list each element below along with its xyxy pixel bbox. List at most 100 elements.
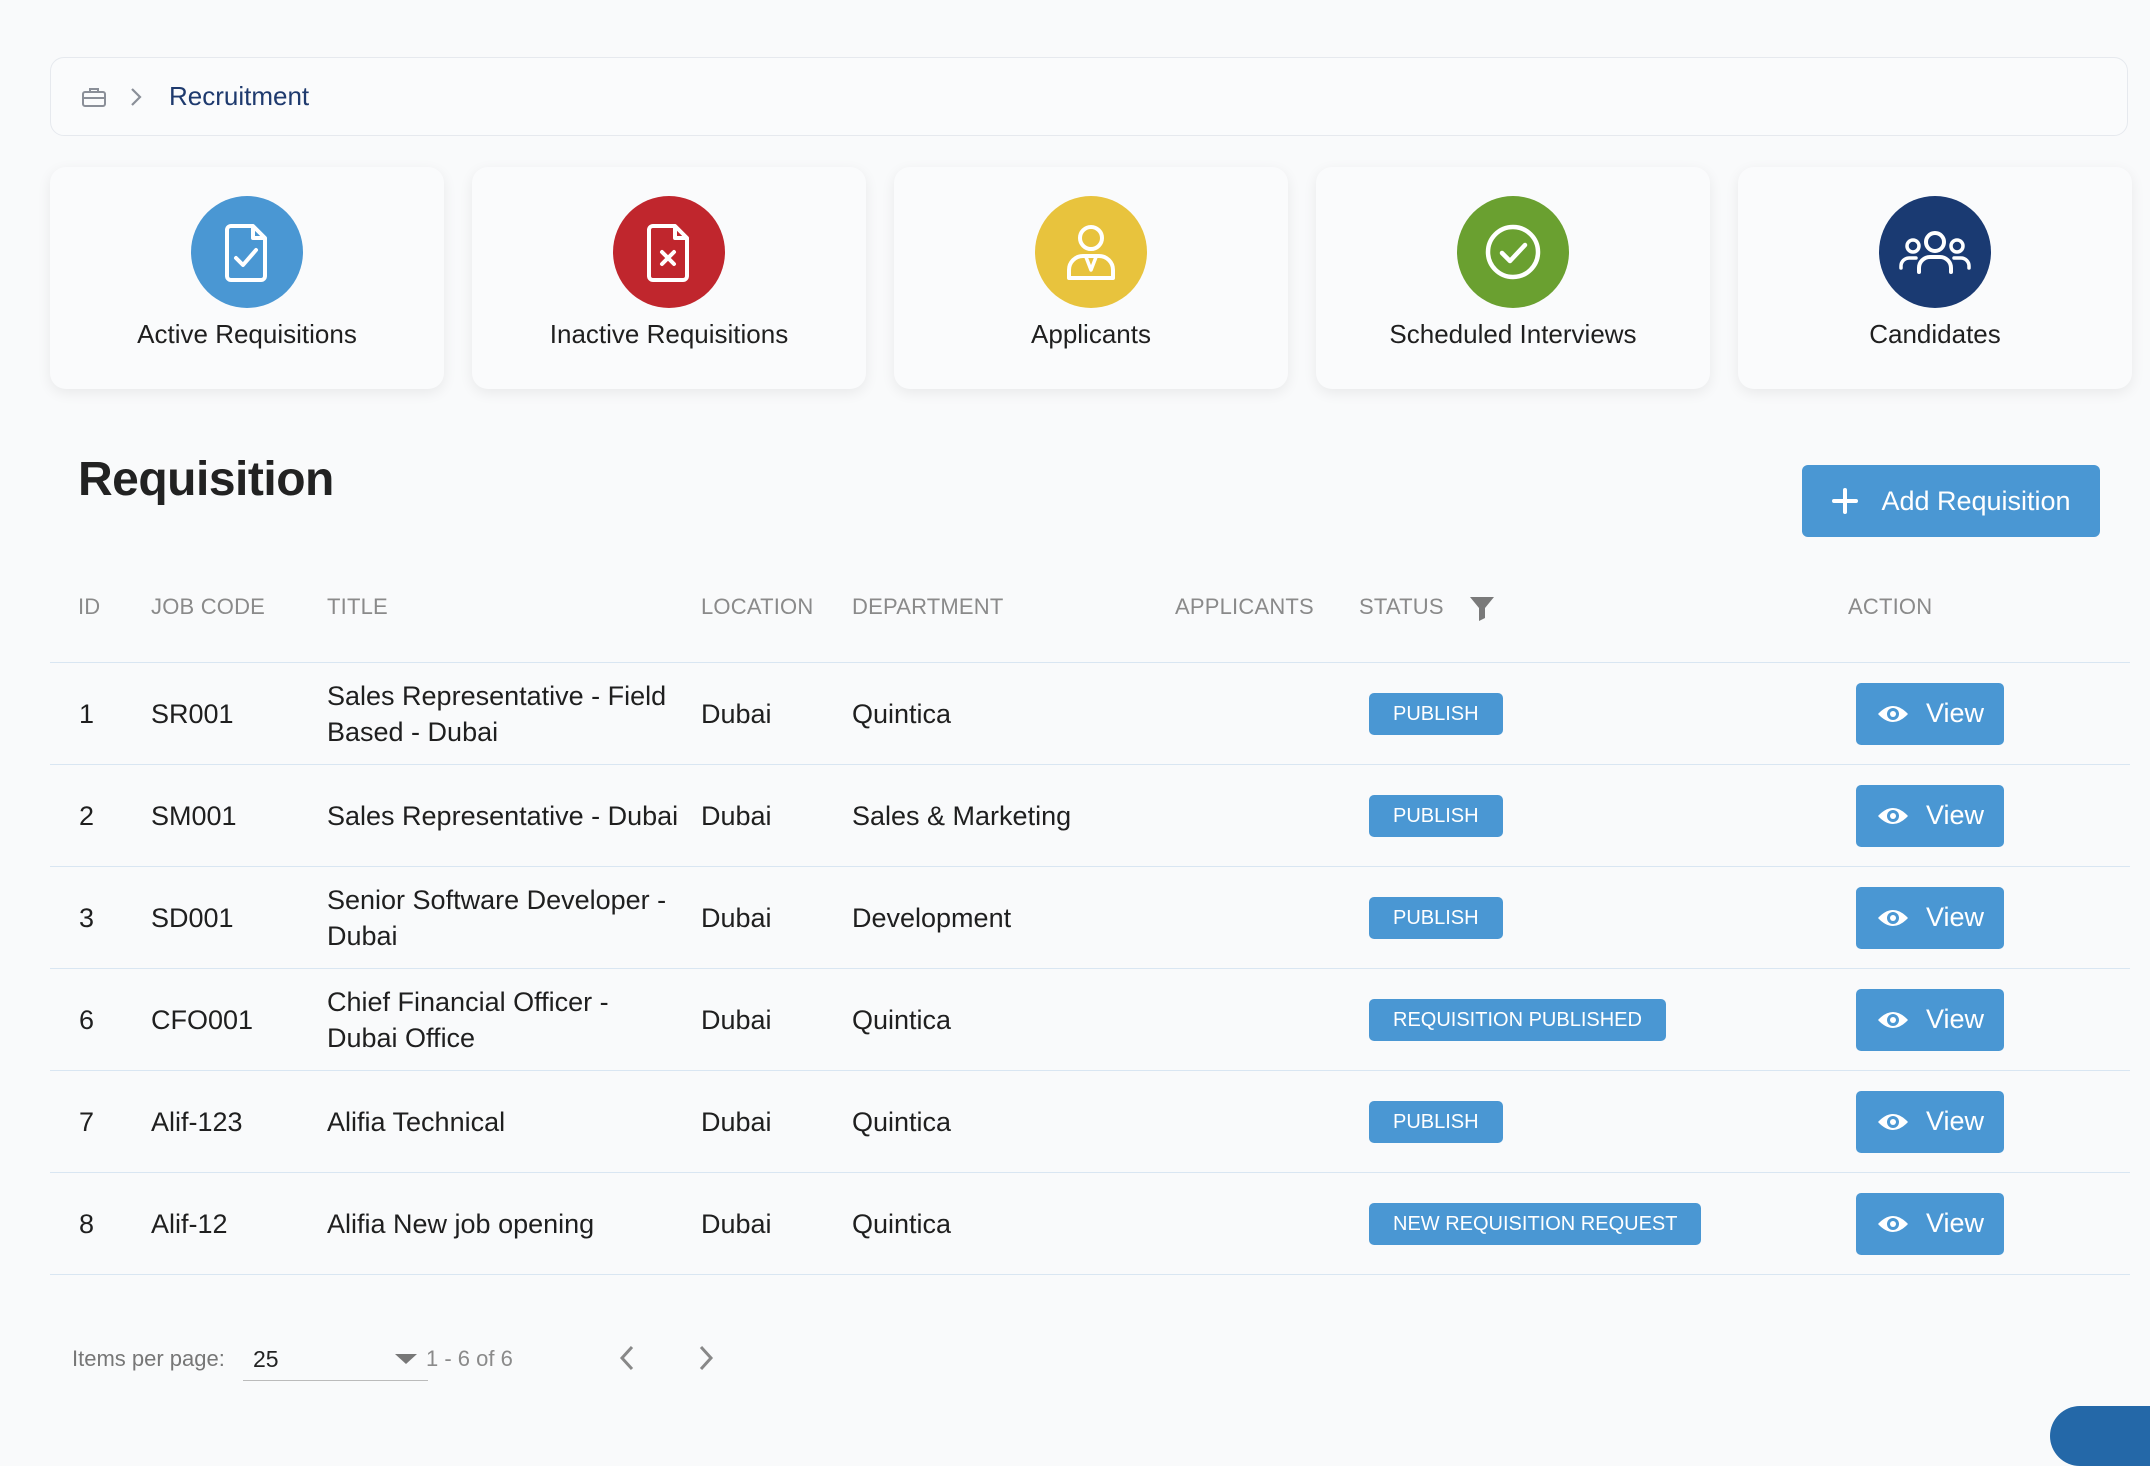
cell-id: 3 xyxy=(79,902,95,933)
view-label: View xyxy=(1925,902,1985,932)
view-button[interactable]: View xyxy=(1856,988,2004,1051)
table-row[interactable]: 7 Alif-123 Alifia Technical Dubai Quinti… xyxy=(50,1071,2130,1173)
view-button[interactable]: View xyxy=(1856,1192,2004,1255)
card-applicants[interactable]: Applicants xyxy=(894,167,1288,389)
header-job-code[interactable]: JOB CODE xyxy=(151,594,265,620)
floating-action-button[interactable] xyxy=(2050,1406,2150,1466)
cell-id: 7 xyxy=(79,1106,95,1137)
page-range: 1 - 6 of 6 xyxy=(426,1346,513,1371)
breadcrumb: Recruitment xyxy=(50,57,2128,136)
file-x-icon xyxy=(613,196,725,308)
items-per-page-label: Items per page: xyxy=(72,1346,225,1371)
file-check-icon xyxy=(191,196,303,308)
eye-icon xyxy=(1876,1212,1910,1236)
cell-job-code: SR001 xyxy=(151,698,234,729)
view-label: View xyxy=(1925,800,1985,830)
table-row[interactable]: 6 CFO001 Chief Financial Officer - Dubai … xyxy=(50,969,2130,1071)
header-location[interactable]: LOCATION xyxy=(701,594,813,620)
card-inactive-requisitions[interactable]: Inactive Requisitions xyxy=(472,167,866,389)
view-label: View xyxy=(1925,698,1985,728)
cell-title: Senior Software Developer - Dubai xyxy=(327,884,667,951)
eye-icon xyxy=(1876,906,1910,930)
items-per-page-value: 25 xyxy=(253,1346,279,1372)
view-button[interactable]: View xyxy=(1856,1090,2004,1153)
cell-location: Dubai xyxy=(701,1004,772,1035)
status-badge: PUBLISH xyxy=(1369,794,1503,837)
status-badge: NEW REQUISITION REQUEST xyxy=(1369,1202,1702,1245)
cell-location: Dubai xyxy=(701,902,772,933)
eye-icon xyxy=(1876,1110,1910,1134)
briefcase-icon[interactable] xyxy=(79,82,109,112)
dropdown-arrow-icon xyxy=(395,1354,417,1364)
card-label: Active Requisitions xyxy=(137,319,357,349)
view-button[interactable]: View xyxy=(1856,784,2004,847)
cell-title: Sales Representative - Dubai xyxy=(327,800,679,831)
view-button[interactable]: View xyxy=(1856,682,2004,745)
cell-location: Dubai xyxy=(701,698,772,729)
cell-id: 1 xyxy=(79,698,95,729)
table-row[interactable]: 8 Alif-12 Alifia New job opening Dubai Q… xyxy=(50,1173,2130,1275)
status-badge: REQUISITION PUBLISHED xyxy=(1369,998,1666,1041)
card-scheduled-interviews[interactable]: Scheduled Interviews xyxy=(1316,167,1710,389)
cell-id: 6 xyxy=(79,1004,95,1035)
header-department[interactable]: DEPARTMENT xyxy=(852,594,1004,620)
previous-page-button[interactable] xyxy=(607,1338,647,1378)
next-page-button[interactable] xyxy=(686,1338,726,1378)
eye-icon xyxy=(1876,804,1910,828)
table-row[interactable]: 3 SD001 Senior Software Developer - Dubai… xyxy=(50,867,2130,969)
view-label: View xyxy=(1925,1208,1985,1238)
cell-job-code: SD001 xyxy=(151,902,234,933)
header-action: ACTION xyxy=(1848,594,1933,619)
card-active-requisitions[interactable]: Active Requisitions xyxy=(50,167,444,389)
status-badge: PUBLISH xyxy=(1369,1100,1503,1143)
user-icon xyxy=(1035,196,1147,308)
status-badge: PUBLISH xyxy=(1369,896,1503,939)
view-label: View xyxy=(1925,1106,1985,1136)
cell-department: Quintica xyxy=(852,1106,952,1137)
add-requisition-label: Add Requisition xyxy=(1881,485,2071,516)
eye-icon xyxy=(1876,702,1910,726)
card-label: Applicants xyxy=(1031,319,1151,349)
card-label: Inactive Requisitions xyxy=(549,319,789,349)
cell-job-code: Alif-123 xyxy=(151,1106,243,1137)
filter-icon[interactable] xyxy=(1468,594,1496,622)
page-title: Requisition xyxy=(78,453,334,506)
cell-title: Sales Representative - Field Based - Duba… xyxy=(327,680,667,747)
cell-job-code: CFO001 xyxy=(151,1004,254,1035)
eye-icon xyxy=(1876,1008,1910,1032)
items-per-page-select[interactable]: 25 xyxy=(243,1336,428,1381)
card-label: Candidates xyxy=(1869,319,2001,349)
breadcrumb-current[interactable]: Recruitment xyxy=(169,81,309,112)
cell-location: Dubai xyxy=(701,1208,772,1239)
add-requisition-button[interactable]: Add Requisition xyxy=(1802,465,2100,537)
card-label: Scheduled Interviews xyxy=(1389,319,1637,349)
cell-title: Alifia Technical xyxy=(327,1106,506,1137)
view-label: View xyxy=(1925,1004,1985,1034)
view-button[interactable]: View xyxy=(1856,886,2004,949)
table-row[interactable]: 2 SM001 Sales Representative - Dubai Dub… xyxy=(50,765,2130,867)
cell-job-code: SM001 xyxy=(151,800,237,831)
cell-department: Quintica xyxy=(852,1208,952,1239)
header-applicants[interactable]: APPLICANTS xyxy=(1175,594,1314,620)
cell-id: 2 xyxy=(79,800,95,831)
header-id[interactable]: ID xyxy=(78,594,100,620)
cell-department: Sales & Marketing xyxy=(852,800,1072,831)
table-row[interactable]: 1 SR001 Sales Representative - Field Base… xyxy=(50,663,2130,765)
cell-department: Quintica xyxy=(852,1004,952,1035)
status-badge: PUBLISH xyxy=(1369,692,1503,735)
chevron-right-icon xyxy=(129,86,151,108)
check-circle-icon xyxy=(1457,196,1569,308)
cell-title: Chief Financial Officer - Dubai Office xyxy=(327,986,609,1053)
cell-department: Quintica xyxy=(852,698,952,729)
cell-job-code: Alif-12 xyxy=(151,1208,228,1239)
header-title[interactable]: TITLE xyxy=(327,594,388,620)
cell-title: Alifia New job opening xyxy=(327,1208,595,1239)
table-header: ID JOB CODE TITLE LOCATION DEPARTMENT AP… xyxy=(50,580,2130,663)
users-group-icon xyxy=(1879,196,1991,308)
header-status[interactable]: STATUS xyxy=(1359,594,1444,620)
cell-location: Dubai xyxy=(701,1106,772,1137)
summary-cards: Active Requisitions Inactive Requisition… xyxy=(50,167,2132,389)
cell-location: Dubai xyxy=(701,800,772,831)
plus-icon xyxy=(1831,487,1859,515)
card-candidates[interactable]: Candidates xyxy=(1738,167,2132,389)
